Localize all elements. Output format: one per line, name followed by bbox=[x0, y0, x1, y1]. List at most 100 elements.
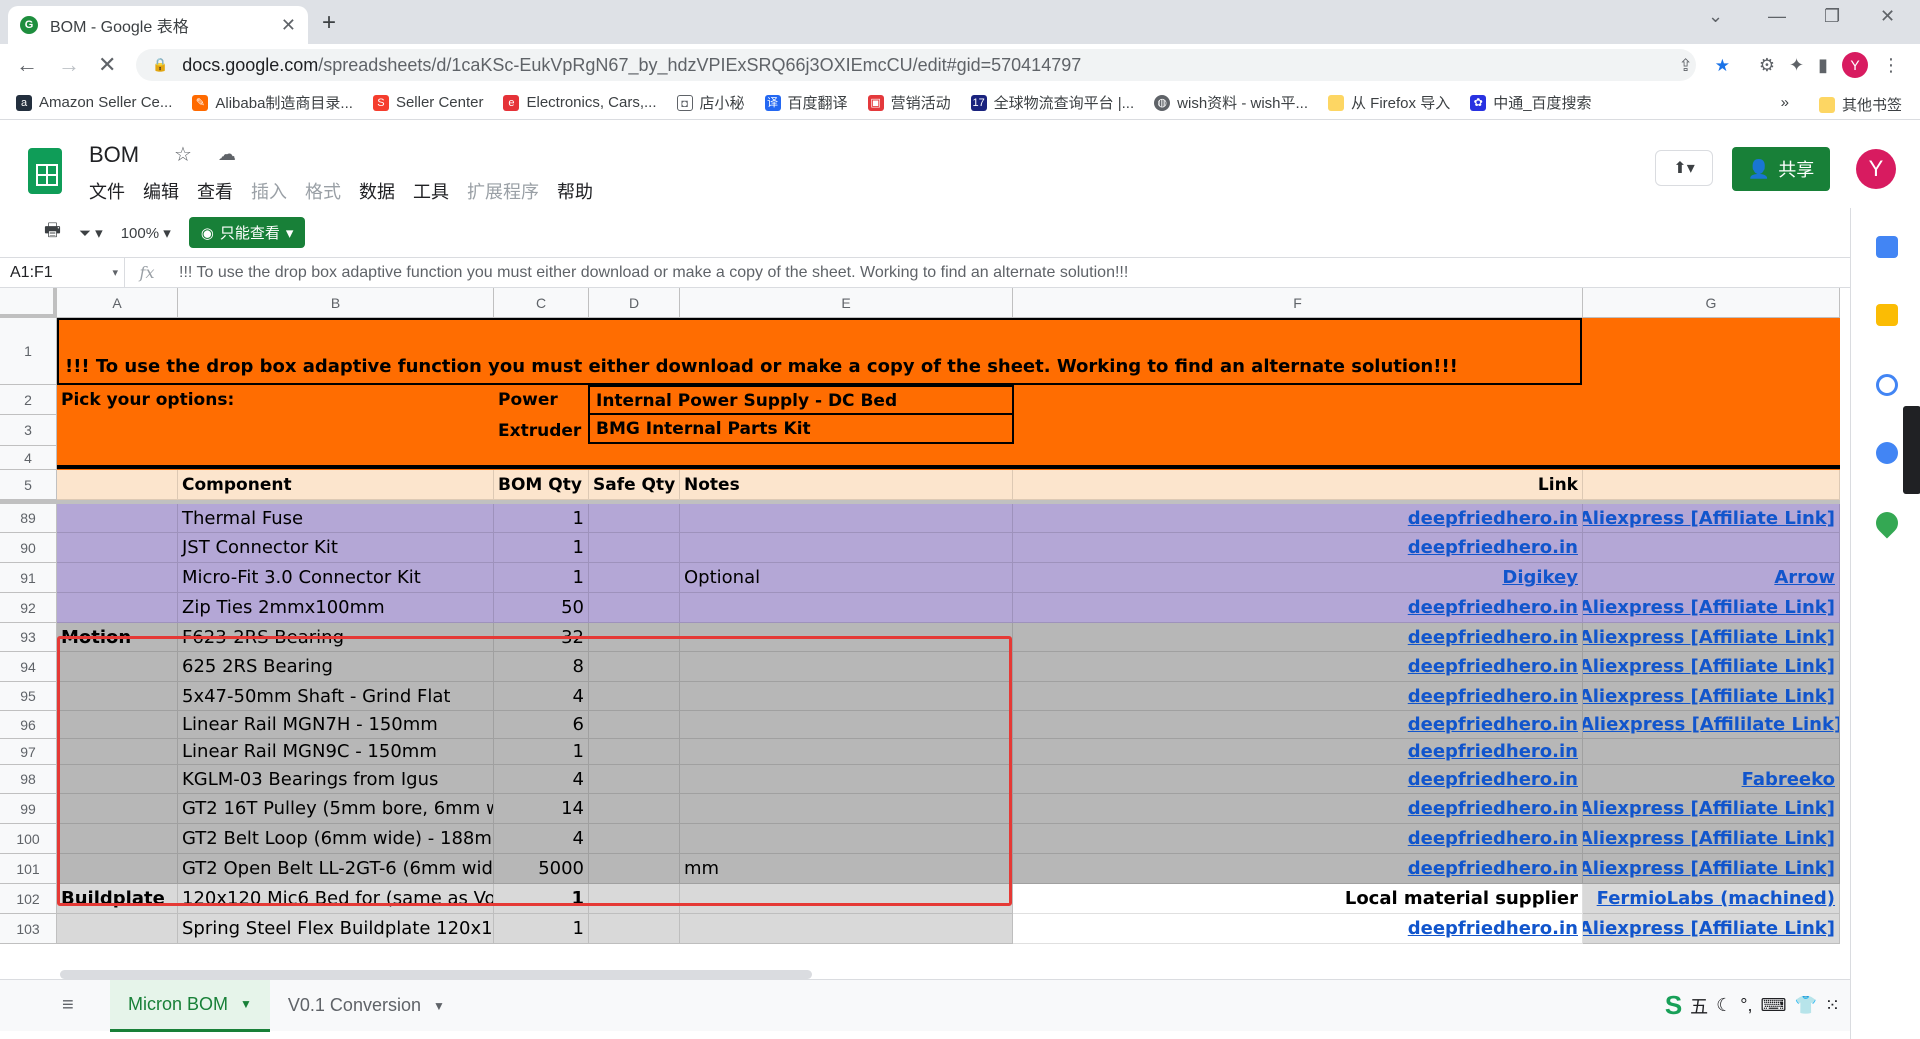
close-tab-icon[interactable]: ✕ bbox=[281, 15, 296, 36]
row-header[interactable]: 101 bbox=[0, 854, 57, 884]
column-header-a[interactable]: A bbox=[57, 288, 178, 318]
menu-extensions[interactable]: 扩展程序 bbox=[467, 178, 539, 204]
minimize-icon[interactable]: — bbox=[1768, 6, 1786, 27]
sheets-logo-icon[interactable] bbox=[28, 148, 62, 194]
row-header[interactable]: 99 bbox=[0, 794, 57, 824]
row-header[interactable]: 103 bbox=[0, 914, 57, 944]
name-box[interactable]: A1:F1 ▾ bbox=[0, 258, 125, 287]
row-header[interactable]: 93 bbox=[0, 623, 57, 652]
browser-menu-icon[interactable]: ⋮ bbox=[1882, 55, 1900, 76]
grid-apps-icon[interactable]: ⁙ bbox=[1825, 995, 1840, 1016]
link-g[interactable]: Aliexpress [Affiliate Link] bbox=[1583, 914, 1840, 944]
link-g[interactable]: Aliexpress [Affililate Link] bbox=[1583, 711, 1840, 739]
row-header[interactable]: 4 bbox=[0, 446, 57, 470]
keyboard-icon[interactable]: ⌨ bbox=[1761, 995, 1787, 1016]
bookmark-star-icon[interactable]: ★ bbox=[1715, 56, 1730, 76]
all-sheets-icon[interactable]: ≡ bbox=[0, 994, 110, 1017]
link-f[interactable]: deepfriedhero.in bbox=[1013, 794, 1583, 824]
cloud-status-icon[interactable]: ☁ bbox=[218, 144, 236, 165]
star-icon[interactable]: ☆ bbox=[174, 142, 192, 167]
row-header[interactable]: 5 bbox=[0, 470, 57, 500]
menu-format[interactable]: 格式 bbox=[305, 178, 341, 204]
row-header[interactable]: 92 bbox=[0, 593, 57, 623]
punctuation-icon[interactable]: °, bbox=[1740, 995, 1752, 1016]
share-button[interactable]: 👤 共享 bbox=[1732, 147, 1830, 191]
bookmark-item[interactable]: S Seller Center bbox=[372, 94, 483, 111]
caret-down-icon[interactable]: ▼ bbox=[433, 999, 445, 1013]
bookmark-item[interactable]: e Electronics, Cars,... bbox=[503, 94, 657, 111]
new-tab-icon[interactable]: + bbox=[322, 9, 336, 37]
row-header[interactable]: 102 bbox=[0, 884, 57, 914]
moon-icon[interactable]: ☾ bbox=[1716, 995, 1732, 1016]
document-title[interactable]: BOM bbox=[89, 142, 139, 168]
column-header-f[interactable]: F bbox=[1013, 288, 1583, 318]
skin-icon[interactable]: 👕 bbox=[1794, 995, 1816, 1016]
share-page-icon[interactable]: ⇪ bbox=[1679, 56, 1693, 76]
power-select[interactable]: Internal Power Supply - DC Bed bbox=[588, 385, 1014, 416]
restore-icon[interactable]: ❐ bbox=[1824, 6, 1840, 27]
extension-robot-icon[interactable]: ⚙ bbox=[1759, 55, 1775, 76]
extensions-puzzle-icon[interactable]: ✦ bbox=[1789, 55, 1804, 76]
zoom-select[interactable]: 100% ▾ bbox=[121, 224, 171, 242]
column-header-e[interactable]: E bbox=[680, 288, 1013, 318]
menu-edit[interactable]: 编辑 bbox=[143, 178, 179, 204]
link-f[interactable]: deepfriedhero.in bbox=[1013, 533, 1583, 563]
sheet-tab-micron-bom[interactable]: Micron BOM ▼ bbox=[110, 979, 270, 1032]
omnibox[interactable]: 🔒 docs.google.com/spreadsheets/d/1caKSc-… bbox=[136, 49, 1696, 81]
row-header[interactable]: 3 bbox=[0, 415, 57, 446]
link-g[interactable]: Aliexpress [Affiliate Link] bbox=[1583, 854, 1840, 884]
spreadsheet-grid[interactable]: A B C D E F G 1 2 3 4 5!!! To use the drop box adap… bbox=[0, 288, 1850, 968]
link-f[interactable]: Digikey bbox=[1013, 563, 1583, 593]
row-header[interactable]: 2 bbox=[0, 385, 57, 415]
menu-tools[interactable]: 工具 bbox=[413, 178, 449, 204]
sogou-s-icon[interactable]: S bbox=[1665, 990, 1682, 1021]
bookmark-item[interactable]: 从 Firefox 导入 bbox=[1328, 92, 1450, 113]
horizontal-scrollbar[interactable] bbox=[60, 970, 812, 979]
view-only-button[interactable]: ◉ 只能查看 ▾ bbox=[188, 217, 306, 248]
link-g[interactable]: Fabreeko bbox=[1583, 765, 1840, 794]
browser-tab[interactable]: G BOM - Google 表格 ✕ bbox=[8, 6, 308, 44]
filter-icon[interactable]: ⏷ ▾ bbox=[79, 224, 103, 242]
close-window-icon[interactable]: ✕ bbox=[1880, 6, 1895, 27]
row-header[interactable]: 100 bbox=[0, 824, 57, 854]
row-header[interactable]: 98 bbox=[0, 765, 57, 794]
other-bookmarks[interactable]: 其他书签 bbox=[1818, 94, 1902, 115]
bookmark-item[interactable]: 17 全球物流查询平台 |... bbox=[970, 92, 1134, 113]
row-header[interactable]: 94 bbox=[0, 652, 57, 682]
menu-view[interactable]: 查看 bbox=[197, 178, 233, 204]
link-g[interactable]: Aliexpress [Affiliate Link] bbox=[1583, 794, 1840, 824]
print-icon[interactable]: 🖶 bbox=[44, 218, 61, 248]
menu-help[interactable]: 帮助 bbox=[557, 178, 593, 204]
menu-data[interactable]: 数据 bbox=[359, 178, 395, 204]
column-header-b[interactable]: B bbox=[178, 288, 494, 318]
link-g[interactable]: Arrow bbox=[1583, 563, 1840, 593]
contacts-icon[interactable] bbox=[1876, 442, 1898, 464]
present-button[interactable]: ⬆ ▾ bbox=[1655, 150, 1713, 186]
sheet-tab-v01-conversion[interactable]: V0.1 Conversion ▼ bbox=[270, 980, 463, 1032]
bookmarks-overflow-icon[interactable]: » bbox=[1781, 94, 1789, 115]
stop-loading-icon[interactable]: ✕ bbox=[98, 52, 116, 78]
row-header[interactable]: 1 bbox=[0, 318, 57, 385]
link-g[interactable]: FermioLabs (machined) bbox=[1583, 884, 1840, 914]
link-g[interactable]: Aliexpress [Affiliate Link] bbox=[1583, 623, 1840, 652]
link-f[interactable]: deepfriedhero.in bbox=[1013, 593, 1583, 623]
tasks-icon[interactable] bbox=[1876, 374, 1898, 396]
link-f[interactable]: deepfriedhero.in bbox=[1013, 652, 1583, 682]
link-f[interactable]: deepfriedhero.in bbox=[1013, 623, 1583, 652]
row-header[interactable]: 95 bbox=[0, 682, 57, 711]
extruder-select[interactable]: BMG Internal Parts Kit bbox=[588, 413, 1014, 444]
ime-mode-label[interactable]: 五 bbox=[1690, 993, 1708, 1019]
column-header-g[interactable]: G bbox=[1583, 288, 1840, 318]
row-header[interactable]: 90 bbox=[0, 533, 57, 563]
caret-down-icon[interactable]: ▼ bbox=[240, 997, 252, 1011]
forward-icon[interactable]: → bbox=[58, 52, 80, 78]
side-panel-toggle[interactable] bbox=[1903, 406, 1920, 494]
link-f[interactable]: deepfriedhero.in bbox=[1013, 854, 1583, 884]
bookmark-item[interactable]: ◍ wish资料 - wish平... bbox=[1154, 92, 1308, 113]
tab-search-icon[interactable]: ⌄ bbox=[1708, 6, 1723, 27]
menu-file[interactable]: 文件 bbox=[89, 178, 125, 204]
link-f[interactable]: deepfriedhero.in bbox=[1013, 504, 1583, 533]
bookmark-item[interactable]: a Amazon Seller Ce... bbox=[16, 94, 172, 111]
calendar-icon[interactable] bbox=[1876, 236, 1898, 258]
row-header[interactable]: 91 bbox=[0, 563, 57, 593]
